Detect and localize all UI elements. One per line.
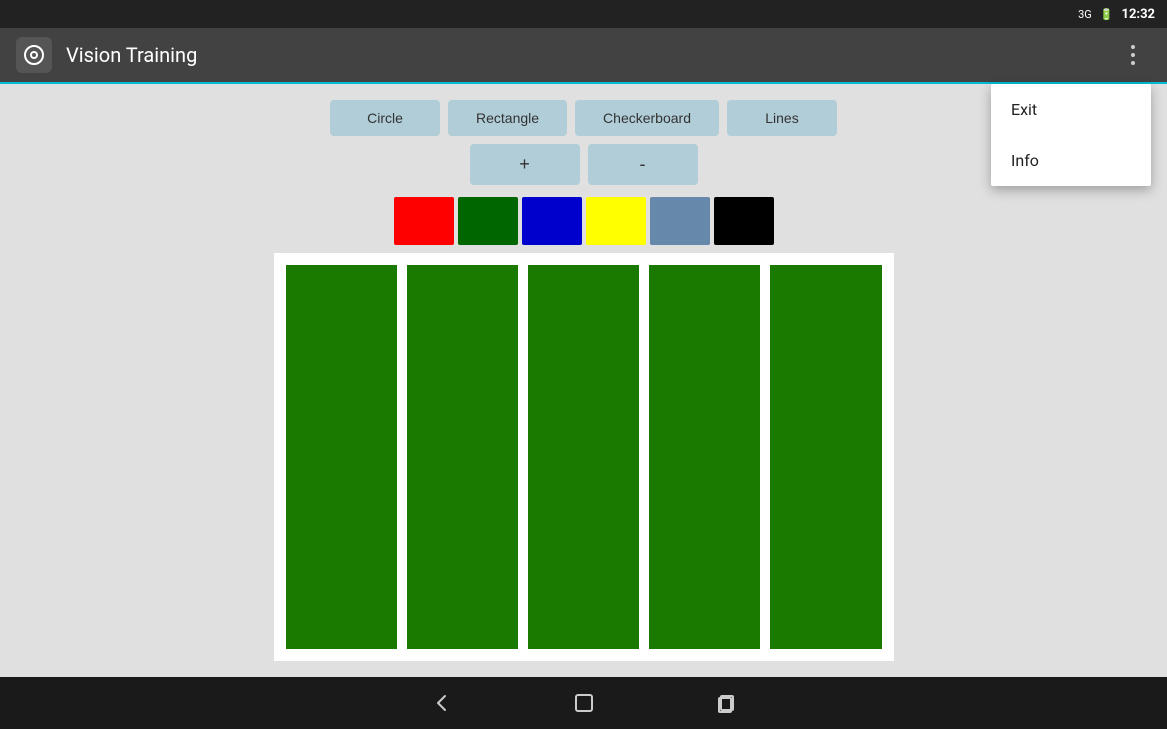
overflow-dropdown: Exit Info: [991, 84, 1151, 186]
canvas-area: [274, 253, 894, 661]
back-button[interactable]: [431, 692, 453, 714]
app-bar: Vision Training: [0, 28, 1167, 84]
battery-icon: 🔋: [1100, 8, 1114, 21]
color-green[interactable]: [458, 197, 518, 245]
color-yellow[interactable]: [586, 197, 646, 245]
recents-button[interactable]: [715, 692, 737, 714]
plus-button[interactable]: +: [470, 144, 580, 185]
nav-bar: [0, 677, 1167, 729]
app-title: Vision Training: [66, 43, 1115, 67]
color-swatches-row: [394, 197, 774, 245]
color-black[interactable]: [714, 197, 774, 245]
checkerboard-button[interactable]: Checkerboard: [575, 100, 719, 136]
exit-menu-item[interactable]: Exit: [991, 84, 1151, 135]
color-gray[interactable]: [650, 197, 710, 245]
minus-button[interactable]: -: [588, 144, 698, 185]
color-red[interactable]: [394, 197, 454, 245]
rectangle-button[interactable]: Rectangle: [448, 100, 567, 136]
overflow-icon: [1131, 45, 1135, 65]
bar-1: [286, 265, 397, 649]
status-bar: 3G 🔋 12:32: [0, 0, 1167, 28]
bar-2: [407, 265, 518, 649]
size-buttons-row: + -: [470, 144, 698, 185]
bar-3: [528, 265, 639, 649]
overflow-menu-button[interactable]: [1115, 37, 1151, 73]
lines-button[interactable]: Lines: [727, 100, 837, 136]
app-icon: [16, 37, 52, 73]
signal-icon: 3G: [1078, 8, 1092, 21]
home-button[interactable]: [573, 692, 595, 714]
shape-buttons-row: Circle Rectangle Checkerboard Lines: [330, 100, 837, 136]
clock: 12:32: [1122, 7, 1156, 22]
color-blue[interactable]: [522, 197, 582, 245]
circle-button[interactable]: Circle: [330, 100, 440, 136]
info-menu-item[interactable]: Info: [991, 135, 1151, 186]
bar-4: [649, 265, 760, 649]
bar-5: [770, 265, 881, 649]
